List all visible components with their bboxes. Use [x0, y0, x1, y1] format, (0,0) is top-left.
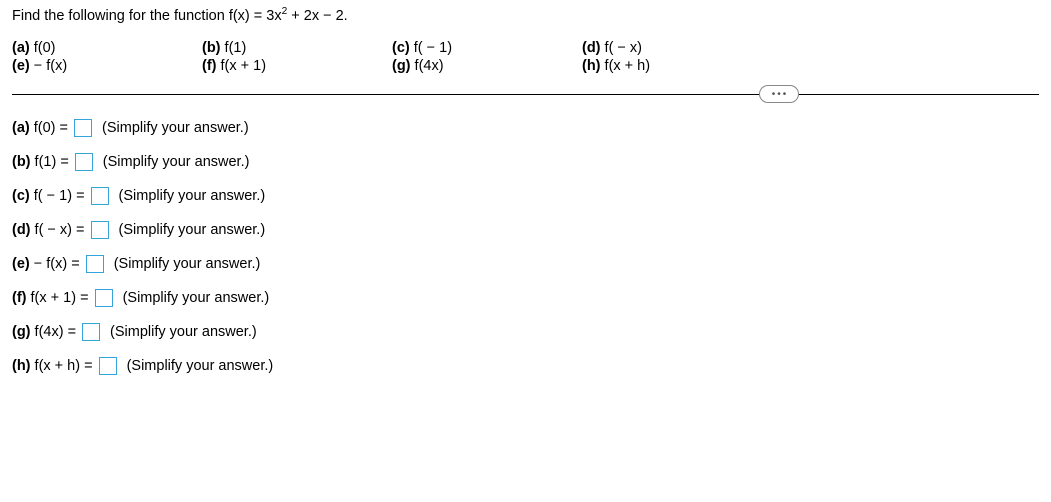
answer-input-d[interactable]: [91, 221, 109, 239]
part-tag: (g): [392, 58, 411, 74]
part-tag: (c): [392, 40, 410, 56]
answer-label: (a) f(0) =: [12, 120, 68, 136]
instruction-text-prefix: Find the following for the function f(x)…: [12, 8, 282, 24]
answer-lhs: f(x + h) =: [35, 358, 93, 374]
answer-lhs: f(0) =: [34, 120, 68, 136]
answer-input-c[interactable]: [91, 187, 109, 205]
part-tag: (a): [12, 40, 30, 56]
part-tag: (b): [202, 40, 221, 56]
answer-lhs: f(4x) =: [35, 324, 77, 340]
part-expr: f(1): [225, 40, 247, 56]
answer-hint: (Simplify your answer.): [119, 222, 266, 238]
part-tag: (d): [582, 40, 601, 56]
answer-hint: (Simplify your answer.): [119, 188, 266, 204]
section-divider: •••: [12, 94, 1039, 95]
part-item: (c) f( − 1): [392, 40, 582, 56]
part-expr: f(0): [34, 40, 56, 56]
divider-line: [12, 94, 1039, 95]
instruction-text-suffix: + 2x − 2.: [287, 8, 347, 24]
parts-column: (d) f( − x) (h) f(x + h): [582, 40, 772, 76]
answer-label: (c) f( − 1) =: [12, 188, 85, 204]
part-expr: − f(x): [30, 58, 67, 74]
part-item: (f) f(x + 1): [202, 58, 392, 74]
answer-tag: (d): [12, 222, 31, 238]
answer-tag: (b): [12, 154, 31, 170]
answer-lhs: f(1) =: [35, 154, 69, 170]
answer-input-b[interactable]: [75, 153, 93, 171]
answer-label: (e) − f(x) =: [12, 256, 80, 272]
answer-row-g: (g) f(4x) = (Simplify your answer.): [12, 323, 1039, 341]
answer-tag: (e): [12, 256, 30, 272]
answer-list: (a) f(0) = (Simplify your answer.) (b) f…: [12, 119, 1039, 375]
answer-input-f[interactable]: [95, 289, 113, 307]
answer-tag: (g): [12, 324, 31, 340]
part-tag: (f): [202, 58, 217, 74]
answer-row-h: (h) f(x + h) = (Simplify your answer.): [12, 357, 1039, 375]
parts-column: (c) f( − 1) (g) f(4x): [392, 40, 582, 76]
answer-label: (g) f(4x) =: [12, 324, 76, 340]
parts-column: (b) f(1) (f) f(x + 1): [202, 40, 392, 76]
part-expr: f( − x): [605, 40, 642, 56]
answer-input-g[interactable]: [82, 323, 100, 341]
answer-label: (d) f( − x) =: [12, 222, 85, 238]
part-item: (d) f( − x): [582, 40, 772, 56]
answer-hint: (Simplify your answer.): [103, 154, 250, 170]
more-icon: •••: [772, 89, 789, 100]
answer-input-e[interactable]: [86, 255, 104, 273]
answer-hint: (Simplify your answer.): [114, 256, 261, 272]
answer-lhs: f( − 1) =: [34, 188, 85, 204]
part-item: (a) f(0): [12, 40, 202, 56]
part-item: (h) f(x + h): [582, 58, 772, 74]
part-item: (b) f(1): [202, 40, 392, 56]
answer-label: (h) f(x + h) =: [12, 358, 93, 374]
answer-label: (b) f(1) =: [12, 154, 69, 170]
part-tag: (h): [582, 58, 601, 74]
part-expr: f(x + h): [605, 58, 651, 74]
answer-lhs: f(x + 1) =: [31, 290, 89, 306]
answer-row-b: (b) f(1) = (Simplify your answer.): [12, 153, 1039, 171]
answer-label: (f) f(x + 1) =: [12, 290, 89, 306]
answer-hint: (Simplify your answer.): [123, 290, 270, 306]
answer-input-h[interactable]: [99, 357, 117, 375]
answer-hint: (Simplify your answer.): [110, 324, 257, 340]
answer-tag: (c): [12, 188, 30, 204]
answer-input-a[interactable]: [74, 119, 92, 137]
answer-tag: (h): [12, 358, 31, 374]
answer-tag: (f): [12, 290, 27, 306]
part-item: (g) f(4x): [392, 58, 582, 74]
problem-instruction: Find the following for the function f(x)…: [12, 8, 1039, 24]
answer-row-c: (c) f( − 1) = (Simplify your answer.): [12, 187, 1039, 205]
part-expr: f( − 1): [414, 40, 452, 56]
answer-hint: (Simplify your answer.): [127, 358, 274, 374]
part-expr: f(4x): [415, 58, 444, 74]
answer-row-a: (a) f(0) = (Simplify your answer.): [12, 119, 1039, 137]
part-item: (e) − f(x): [12, 58, 202, 74]
part-tag: (e): [12, 58, 30, 74]
answer-row-f: (f) f(x + 1) = (Simplify your answer.): [12, 289, 1039, 307]
answer-row-e: (e) − f(x) = (Simplify your answer.): [12, 255, 1039, 273]
answer-row-d: (d) f( − x) = (Simplify your answer.): [12, 221, 1039, 239]
answer-lhs: − f(x) =: [30, 256, 80, 272]
answer-hint: (Simplify your answer.): [102, 120, 249, 136]
answer-tag: (a): [12, 120, 30, 136]
parts-column: (a) f(0) (e) − f(x): [12, 40, 202, 76]
more-button[interactable]: •••: [759, 85, 799, 103]
part-expr: f(x + 1): [221, 58, 267, 74]
parts-grid: (a) f(0) (e) − f(x) (b) f(1) (f) f(x + 1…: [12, 40, 1039, 76]
answer-lhs: f( − x) =: [35, 222, 85, 238]
